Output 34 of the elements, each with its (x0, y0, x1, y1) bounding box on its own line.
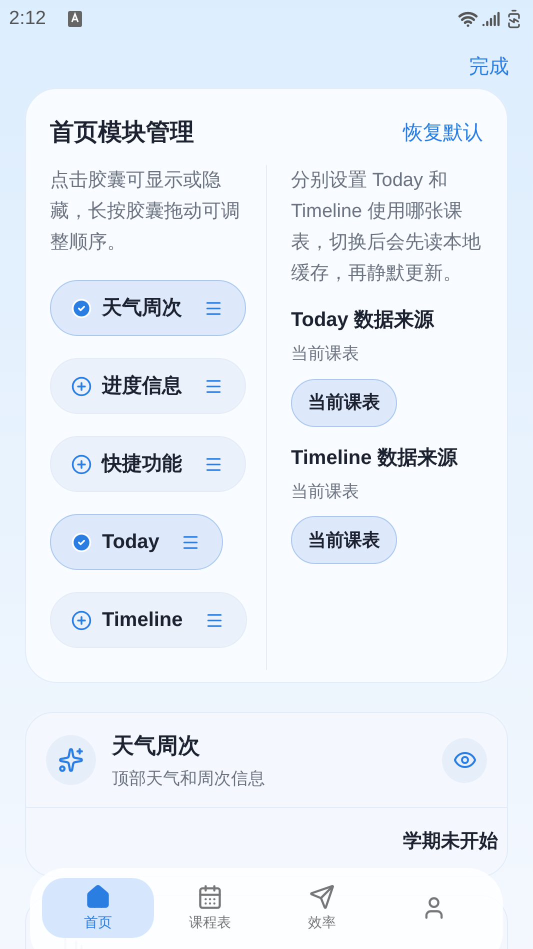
module-chip[interactable]: 进度信息 (50, 358, 246, 414)
wifi-icon (458, 9, 478, 29)
module-title: 天气周次 (112, 732, 201, 760)
status-time: 2:12 (9, 6, 46, 31)
hint-text: 点击胶囊可显示或隐藏，长按胶囊拖动可调整顺序。 (50, 169, 241, 255)
source-current: 当前课表 (291, 343, 360, 365)
module-chip[interactable]: Timeline (50, 592, 247, 648)
source-button[interactable]: 当前课表 (291, 516, 397, 564)
source-current: 当前课表 (291, 480, 360, 502)
sparkles-icon (58, 747, 84, 773)
check-icon (71, 298, 92, 318)
home-icon (85, 884, 111, 910)
card-title: 首页模块管理 (50, 118, 194, 148)
visibility-toggle[interactable] (442, 738, 487, 782)
module-subtitle: 顶部天气和周次信息 (112, 768, 265, 790)
reset-button[interactable]: 恢复默认 (403, 118, 483, 148)
nav-tab[interactable]: 效率 (266, 878, 378, 938)
source-hint-text: 分别设置 Today 和 Timeline 使用哪张课表，切换后会先读本地缓存，再静默更新。 (291, 169, 482, 286)
calendar-icon (197, 884, 223, 910)
module-status: 学期未开始 (403, 830, 498, 854)
module-chip[interactable]: 天气周次 (50, 280, 246, 336)
keyboard-icon (68, 11, 82, 27)
source-button[interactable]: 当前课表 (291, 378, 397, 426)
plus-icon (71, 376, 92, 396)
source-title: Timeline 数据来源 (291, 446, 459, 470)
nav-tab[interactable]: 课程表 (154, 878, 266, 938)
plus-icon (71, 454, 92, 474)
plus-icon (71, 610, 92, 630)
signal-icon (482, 10, 500, 28)
paper-plane-icon (309, 884, 335, 910)
check-icon (71, 532, 92, 552)
module-chip[interactable]: Today (50, 514, 224, 570)
module-chip[interactable]: 快捷功能 (50, 436, 246, 492)
source-title: Today 数据来源 (291, 308, 436, 333)
